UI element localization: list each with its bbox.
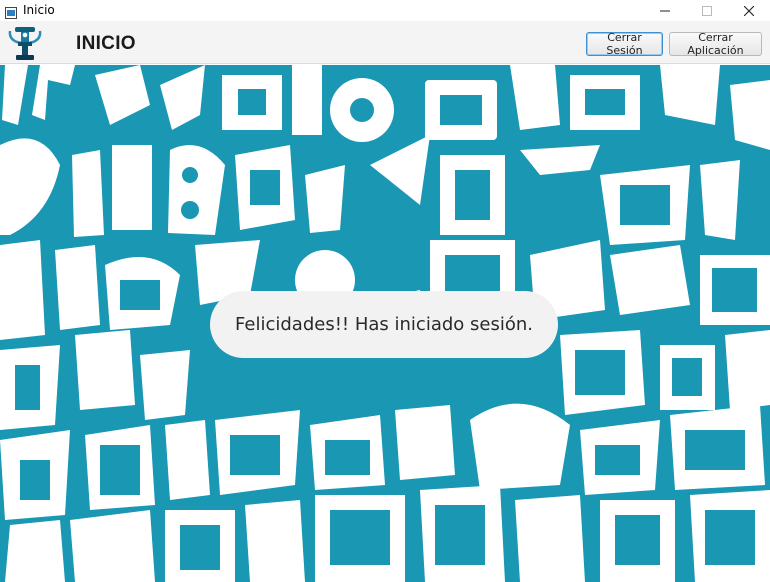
close-icon[interactable]: [728, 0, 770, 21]
minimize-icon[interactable]: [644, 0, 686, 21]
maximize-icon[interactable]: [686, 0, 728, 21]
window-titlebar[interactable]: Inicio: [0, 0, 770, 21]
exit-app-button[interactable]: Cerrar Aplicación: [669, 31, 762, 57]
dumbbell-hand-logo: [7, 23, 43, 63]
login-success-message: Felicidades!! Has iniciado sesión.: [210, 291, 558, 358]
java-window-icon: [5, 4, 17, 19]
app-header: INICIO Cerrar Sesión Cerrar Aplicación: [0, 21, 770, 64]
logout-button[interactable]: Cerrar Sesión: [586, 31, 663, 57]
window-title: Inicio: [23, 3, 55, 17]
page-title: INICIO: [76, 33, 136, 54]
